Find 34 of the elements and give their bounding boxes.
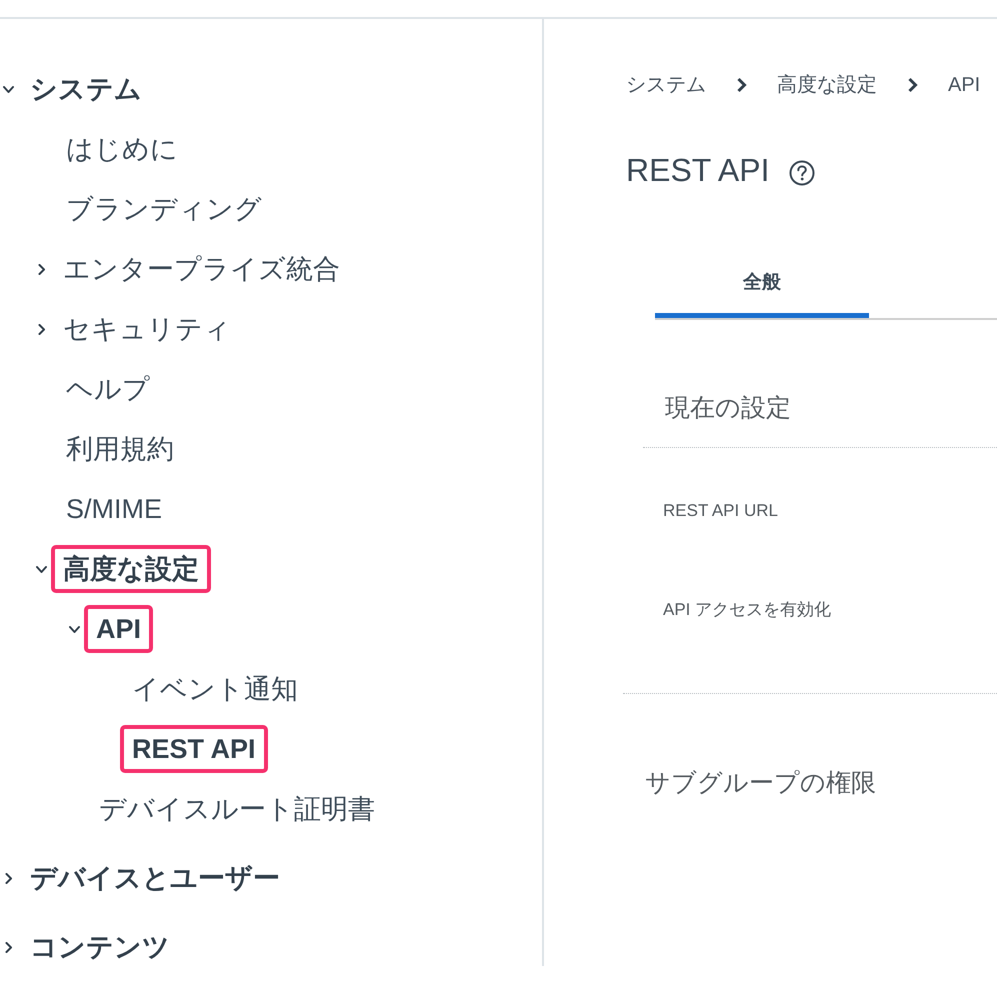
- field-label: API アクセスを有効化: [662, 599, 832, 621]
- tree-item[interactable]: S/MIME: [66, 491, 162, 527]
- tree-item[interactable]: ブランディング: [66, 191, 262, 227]
- tree-item[interactable]: セキュリティ: [63, 311, 231, 347]
- chevron-right-icon: [907, 77, 918, 93]
- tree-item[interactable]: デバイスとユーザー: [30, 860, 280, 896]
- tree-item[interactable]: システム: [30, 71, 142, 107]
- chevron-right-icon[interactable]: [3, 942, 14, 952]
- page-title: REST API: [626, 151, 770, 190]
- chevron-right-icon[interactable]: [36, 324, 47, 334]
- tree-item[interactable]: ヘルプ: [66, 371, 150, 407]
- section-title: サブグループの権限: [644, 768, 877, 798]
- breadcrumb-link[interactable]: API: [948, 73, 980, 97]
- help-icon[interactable]: [789, 160, 816, 186]
- chevron-right-icon: [736, 77, 747, 93]
- chevron-down-icon[interactable]: [69, 624, 80, 634]
- breadcrumb-link[interactable]: 高度な設定: [777, 73, 877, 97]
- tree-item[interactable]: コンテンツ: [30, 929, 170, 965]
- chevron-right-icon[interactable]: [36, 264, 47, 274]
- tree-item[interactable]: 利用規約: [66, 431, 174, 467]
- chevron-down-icon[interactable]: [36, 564, 47, 574]
- tree-item[interactable]: REST API: [120, 725, 268, 773]
- field-label: REST API URL: [662, 500, 779, 522]
- tree-item[interactable]: デバイスルート証明書: [99, 791, 375, 827]
- breadcrumb-link[interactable]: システム: [626, 73, 706, 97]
- tree-item[interactable]: イベント通知: [132, 671, 298, 707]
- section-title: 現在の設定: [664, 393, 792, 423]
- chevron-down-icon[interactable]: [3, 84, 14, 94]
- tree-item[interactable]: API: [84, 605, 154, 653]
- tree-item[interactable]: エンタープライズ統合: [63, 251, 340, 287]
- chevron-right-icon[interactable]: [3, 872, 14, 884]
- tree-item[interactable]: はじめに: [66, 131, 178, 167]
- tab[interactable]: 全般: [655, 259, 869, 318]
- tree-item[interactable]: 高度な設定: [51, 545, 211, 593]
